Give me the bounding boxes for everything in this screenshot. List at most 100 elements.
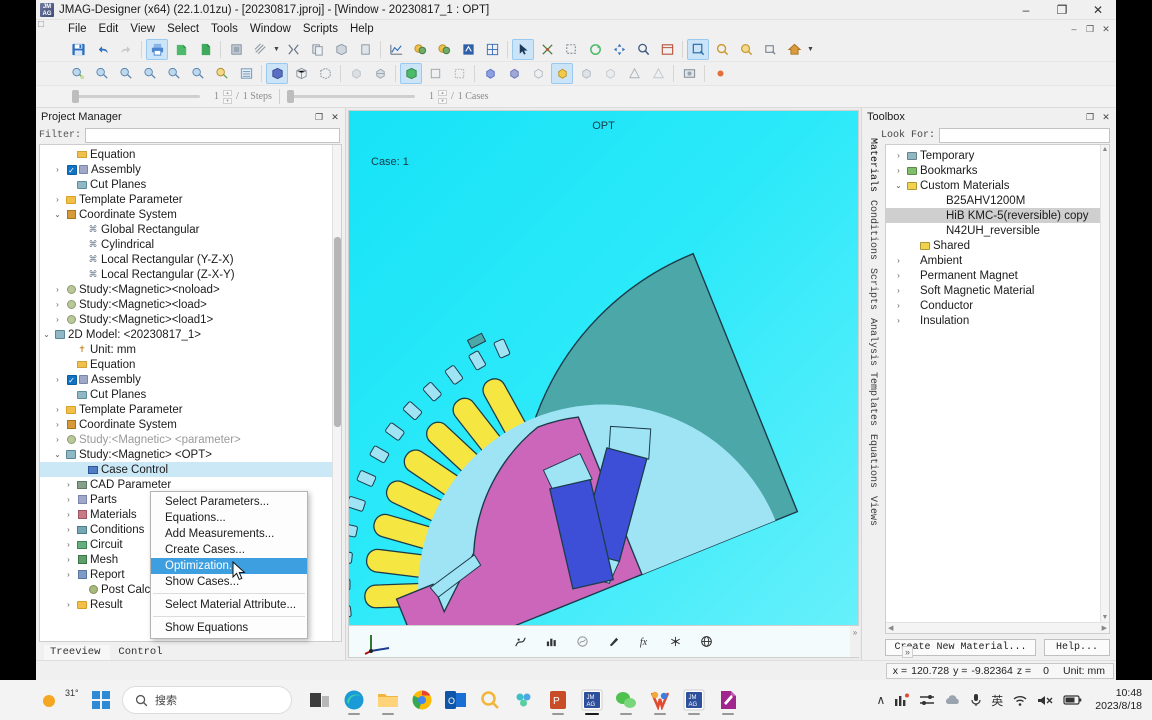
tree-item-study-magnetic-load[interactable]: › Study:<Magnetic><load> — [40, 297, 341, 312]
powerpoint-icon[interactable]: P — [544, 684, 572, 716]
tree-item-template-parameter[interactable]: › Template Parameter — [40, 192, 341, 207]
toolbox-tab-views[interactable]: Views — [862, 492, 879, 530]
mdi-minimize-button[interactable]: – — [1066, 22, 1082, 36]
material-item-permanent-magnet[interactable]: › Permanent Magnet — [886, 268, 1109, 283]
weather-widget[interactable]: 31° — [40, 688, 79, 708]
mdi-restore-button[interactable]: ❐ — [1082, 22, 1098, 36]
result-ghost-icon[interactable] — [599, 63, 621, 84]
project-tree-scrollbar[interactable] — [332, 145, 341, 641]
material-expander-icon[interactable]: › — [892, 151, 905, 160]
tree-expander-icon[interactable]: › — [51, 405, 64, 414]
step-slider-knob[interactable] — [72, 90, 79, 103]
material-item-b25ahv1200m[interactable]: B25AHV1200M — [886, 193, 1109, 208]
tree-expander-icon[interactable]: › — [51, 300, 64, 309]
context-menu-item-create-cases[interactable]: Create Cases... — [151, 542, 307, 558]
look-for-input[interactable] — [939, 127, 1110, 143]
cube-gray-icon[interactable] — [330, 39, 352, 60]
settings-sliders-icon[interactable] — [919, 693, 935, 707]
material-item-insulation[interactable]: › Insulation — [886, 313, 1109, 328]
tree-expander-icon[interactable]: › — [51, 420, 64, 429]
contour-plot-icon[interactable] — [513, 634, 528, 649]
material-expander-icon[interactable]: › — [892, 166, 905, 175]
outlook-icon[interactable]: O — [442, 684, 470, 716]
shade-solid-icon[interactable] — [266, 63, 288, 84]
taskbar-search-box[interactable]: 搜索 — [122, 686, 292, 714]
taskview-icon[interactable] — [306, 684, 334, 716]
start-button[interactable] — [88, 684, 114, 716]
battery-icon[interactable] — [1063, 694, 1082, 706]
home-view-icon[interactable] — [783, 39, 805, 60]
display-bbox-icon[interactable] — [448, 63, 470, 84]
tree-expander-icon[interactable]: › — [62, 510, 75, 519]
ime-language-indicator[interactable]: 英 — [991, 692, 1003, 709]
context-menu-item-equations[interactable]: Equations... — [151, 510, 307, 526]
tree-item-cad-parameter[interactable]: › CAD Parameter — [40, 477, 341, 492]
material-expander-icon[interactable]: › — [892, 316, 905, 325]
graph-plot-icon[interactable] — [385, 39, 407, 60]
tree-expander-icon[interactable]: › — [62, 525, 75, 534]
tree-item-equation[interactable]: Equation — [40, 357, 341, 372]
material-paint2-icon[interactable] — [433, 39, 455, 60]
zoom-dynamic-icon[interactable] — [632, 39, 654, 60]
tree-item-cut-planes[interactable]: Cut Planes — [40, 177, 341, 192]
material-item-n42uh-reversible[interactable]: N42UH_reversible — [886, 223, 1109, 238]
pan-view-icon[interactable] — [608, 39, 630, 60]
tree-item-study-magnetic-parameter[interactable]: › Study:<Magnetic> <parameter> — [40, 432, 341, 447]
material-paint-icon[interactable] — [409, 39, 431, 60]
context-menu-item-select-parameters[interactable]: Select Parameters... — [151, 494, 307, 510]
microphone-icon[interactable] — [970, 693, 982, 707]
onenote-icon[interactable] — [714, 684, 742, 716]
view-iso-icon[interactable] — [67, 63, 89, 84]
bar-graph-icon[interactable] — [544, 634, 559, 649]
material-item-bookmarks[interactable]: › Bookmarks — [886, 163, 1109, 178]
toolbox-expander-button[interactable]: » — [902, 646, 914, 658]
edge-icon[interactable] — [340, 684, 368, 716]
context-menu-item-show-equations[interactable]: Show Equations — [151, 620, 307, 636]
material-tree-vscrollbar[interactable]: ▲ ▼ — [1100, 145, 1109, 622]
zoom-window-icon[interactable] — [687, 39, 709, 60]
assembly-icon-group[interactable]: ✓ — [64, 374, 90, 385]
circle-plot-icon[interactable] — [575, 634, 590, 649]
tree-item-global-rectangular[interactable]: ⌘ Global Rectangular — [40, 222, 341, 237]
home-view-caret-icon[interactable]: ▼ — [806, 46, 815, 53]
rect-select-icon[interactable] — [560, 39, 582, 60]
view-custom-icon[interactable] — [211, 63, 233, 84]
tree-expander-icon[interactable]: › — [62, 570, 75, 579]
wechat-icon[interactable] — [612, 684, 640, 716]
context-menu-item-optimization[interactable]: Optimization... — [151, 558, 307, 574]
tree-item-coordinate-system[interactable]: › Coordinate System — [40, 417, 341, 432]
wifi-icon[interactable] — [1012, 694, 1028, 707]
meeting-app-icon[interactable] — [510, 684, 538, 716]
tree-expander-icon[interactable]: › — [51, 165, 64, 174]
tree-item-cut-planes[interactable]: Cut Planes — [40, 387, 341, 402]
display-model-icon[interactable] — [400, 63, 422, 84]
volume-muted-icon[interactable] — [1037, 694, 1054, 707]
tree-expander-icon[interactable]: › — [62, 480, 75, 489]
material-expander-icon[interactable]: ⌄ — [892, 181, 905, 190]
copy-green-icon[interactable] — [170, 39, 192, 60]
case-spinner[interactable]: ▲ ▼ — [437, 89, 447, 104]
function-icon[interactable]: fx — [637, 634, 652, 649]
tab-control[interactable]: Control — [112, 645, 172, 660]
menu-window[interactable]: Window — [244, 22, 297, 36]
material-tree-hscrollbar[interactable]: ◀ ▶ — [886, 622, 1109, 633]
viewport-expand-handle[interactable]: » — [850, 626, 860, 657]
select-cross-icon[interactable] — [536, 39, 558, 60]
file-explorer-icon[interactable] — [374, 684, 402, 716]
scroll-up-arrow-icon[interactable]: ▲ — [1102, 145, 1109, 154]
tree-item-cylindrical[interactable]: ⌘ Cylindrical — [40, 237, 341, 252]
tree-expander-icon[interactable]: › — [51, 435, 64, 444]
context-menu-item-show-cases[interactable]: Show Cases... — [151, 574, 307, 590]
network-monitor-icon[interactable] — [894, 693, 910, 707]
material-item-hib-kmc-5-reversible-copy[interactable]: HiB KMC-5(reversible) copy — [886, 208, 1109, 223]
onedrive-cloud-icon[interactable] — [944, 694, 961, 707]
paste-green-icon[interactable] — [194, 39, 216, 60]
jmag-2-icon[interactable]: JM AG — [680, 684, 708, 716]
chrome-icon[interactable] — [408, 684, 436, 716]
toolbox-help-button[interactable]: Help... — [1044, 638, 1110, 656]
tree-expander-icon[interactable]: ⌄ — [51, 450, 64, 459]
tree-item-local-rectangular-z-x-y[interactable]: ⌘ Local Rectangular (Z-X-Y) — [40, 267, 341, 282]
model-viewport[interactable]: OPT Case: 1 — [348, 110, 859, 626]
tree-expander-icon[interactable]: › — [62, 540, 75, 549]
view-bottom-icon[interactable] — [187, 63, 209, 84]
